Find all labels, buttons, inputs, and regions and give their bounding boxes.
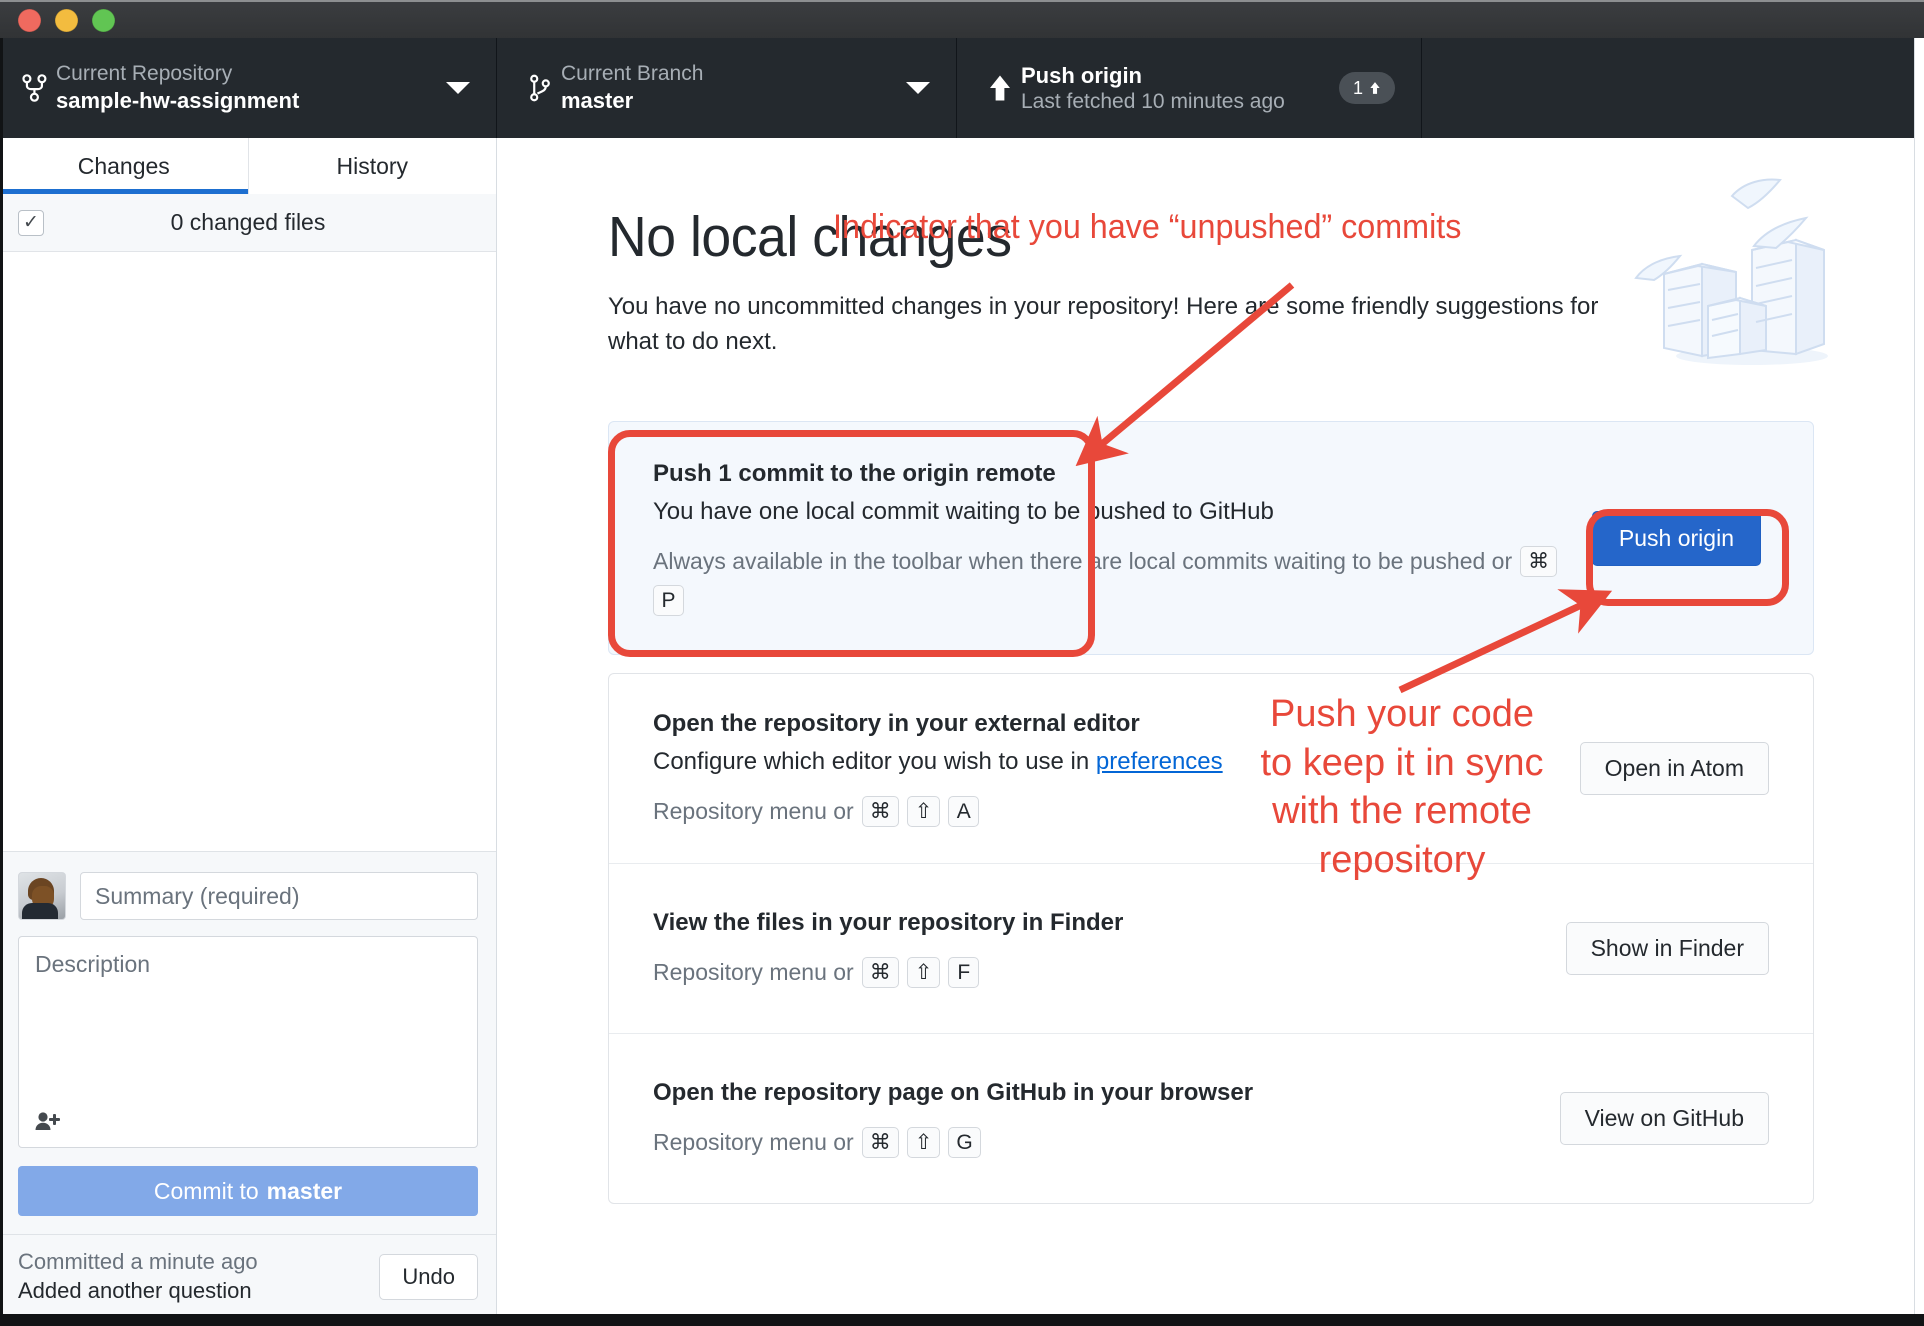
suggestion-meta: Repository menu or ⌘ ⇧ F	[653, 957, 1566, 989]
ahead-count-value: 1	[1352, 77, 1363, 98]
current-branch-label: Current Branch	[561, 61, 704, 85]
current-repository-value: sample-hw-assignment	[56, 87, 300, 113]
push-origin-fetch-status: Last fetched 10 minutes ago	[1021, 90, 1285, 114]
shift-key-icon: ⇧	[906, 957, 941, 989]
push-suggestion-description: You have one local commit waiting to be …	[653, 498, 1274, 526]
suggestion-view-on-github: Open the repository page on GitHub in yo…	[609, 1033, 1813, 1203]
undo-commit-bar: Committed a minute ago Added another que…	[0, 1234, 496, 1314]
tab-changes[interactable]: Changes	[0, 138, 248, 194]
push-suggestion-meta: Always available in the toolbar when the…	[653, 546, 1592, 617]
window-bottom-edge	[0, 1314, 1924, 1326]
f-key: F	[948, 957, 980, 989]
p-key: P	[653, 585, 684, 617]
arrow-up-icon	[979, 73, 1021, 103]
changed-files-list[interactable]	[0, 252, 496, 851]
window-right-edge	[1914, 38, 1924, 1326]
changes-sidebar: Changes History ✓ 0 changed files Descri…	[0, 138, 497, 1314]
minimize-window-button[interactable]	[55, 8, 78, 32]
suggestion-view-in-finder: View the files in your repository in Fin…	[609, 863, 1813, 1033]
close-window-button[interactable]	[18, 8, 41, 32]
a-key: A	[948, 796, 980, 828]
suggestion-title: Open the repository in your external edi…	[653, 710, 1140, 738]
preferences-link[interactable]: preferences	[1096, 748, 1223, 775]
push-origin-toolbar-button[interactable]: Push origin Last fetched 10 minutes ago …	[957, 38, 1422, 138]
commit-summary-row	[18, 872, 478, 920]
page-subtitle: You have no uncommitted changes in your …	[608, 292, 1599, 355]
suggestion-title: View the files in your repository in Fin…	[653, 909, 1124, 937]
commit-button-prefix: Commit to	[153, 1177, 259, 1204]
command-key-icon: ⌘	[861, 957, 899, 989]
commit-description-input[interactable]: Description	[18, 936, 478, 1148]
current-branch-button[interactable]: Current Branch master	[497, 38, 957, 138]
window-left-edge	[0, 38, 3, 1326]
add-person-icon[interactable]	[35, 1111, 61, 1135]
push-suggestion-body: Push 1 commit to the origin remote You h…	[653, 460, 1592, 617]
changed-files-count: 0 changed files	[170, 209, 326, 235]
undo-commit-text: Committed a minute ago Added another que…	[18, 1249, 258, 1304]
tab-history[interactable]: History	[247, 138, 496, 194]
changed-files-header: ✓ 0 changed files	[0, 194, 496, 252]
arrow-up-icon	[1370, 82, 1380, 94]
push-suggestion-title: Push 1 commit to the origin remote	[653, 460, 1056, 488]
suggestion-meta-text: Repository menu or	[653, 959, 854, 986]
repo-icon	[14, 73, 56, 103]
suggestion-description: Configure which editor you wish to use i…	[653, 748, 1580, 776]
undo-commit-message: Added another question	[18, 1278, 252, 1303]
page-title: No local changes	[608, 205, 1012, 269]
current-repository-button[interactable]: Current Repository sample-hw-assignment	[0, 38, 497, 138]
select-all-checkbox[interactable]: ✓	[18, 209, 44, 236]
chevron-down-icon	[906, 82, 930, 94]
avatar	[18, 872, 66, 920]
tab-changes-label: Changes	[77, 152, 170, 179]
suggestion-title: Open the repository page on GitHub in yo…	[653, 1079, 1254, 1107]
commit-button-branch: master	[266, 1177, 343, 1204]
undo-commit-status: Committed a minute ago	[18, 1249, 258, 1274]
commit-description-placeholder: Description	[35, 951, 151, 977]
window-titlebar	[0, 0, 1924, 38]
github-desktop-window: Current Repository sample-hw-assignment …	[0, 0, 1924, 1326]
push-origin-label: Push origin	[1021, 62, 1142, 88]
tab-history-label: History	[336, 152, 409, 179]
suggestions-list: Open the repository in your external edi…	[608, 673, 1814, 1205]
push-origin-button[interactable]: Push origin	[1591, 510, 1761, 566]
suggestion-meta: Repository menu or ⌘ ⇧ A	[653, 796, 1580, 828]
ahead-count-badge: 1	[1339, 72, 1395, 104]
branch-icon	[519, 73, 561, 103]
undo-button[interactable]: Undo	[379, 1253, 478, 1300]
zoom-window-button[interactable]	[92, 8, 115, 32]
shift-key-icon: ⇧	[906, 1127, 941, 1159]
stacked-boxes-illustration	[1624, 178, 1854, 368]
open-in-atom-button[interactable]: Open in Atom	[1579, 742, 1769, 796]
suggestion-meta: Repository menu or ⌘ ⇧ G	[653, 1127, 1560, 1159]
chevron-down-icon	[446, 82, 470, 94]
toolbar-spacer	[1422, 38, 1924, 138]
suggestion-meta-text: Repository menu or	[653, 1129, 854, 1156]
push-suggestion-card: Push 1 commit to the origin remote You h…	[608, 421, 1814, 656]
command-key-icon: ⌘	[861, 1127, 899, 1159]
main-panel: No local changes You have no uncommitted…	[498, 138, 1914, 1314]
app-toolbar: Current Repository sample-hw-assignment …	[0, 38, 1924, 138]
current-branch-value: master	[561, 87, 634, 113]
show-in-finder-button[interactable]: Show in Finder	[1565, 922, 1769, 976]
commit-to-branch-button[interactable]: Commit to master	[18, 1166, 478, 1216]
current-repository-label: Current Repository	[56, 61, 233, 85]
command-key-icon: ⌘	[861, 796, 899, 828]
shift-key-icon: ⇧	[906, 796, 941, 828]
checkmark-icon: ✓	[23, 212, 39, 233]
suggestion-description-text: Configure which editor you wish to use i…	[653, 748, 1096, 776]
commit-form: Description Commit to master	[0, 851, 496, 1234]
g-key: G	[948, 1127, 981, 1159]
commit-summary-input[interactable]	[80, 872, 478, 920]
command-key-icon: ⌘	[1520, 546, 1558, 578]
push-suggestion-meta-text: Always available in the toolbar when the…	[653, 548, 1513, 575]
suggestion-open-external-editor: Open the repository in your external edi…	[609, 674, 1813, 863]
view-on-github-button[interactable]: View on GitHub	[1559, 1092, 1769, 1146]
suggestion-meta-text: Repository menu or	[653, 798, 854, 825]
sidebar-tabs: Changes History	[0, 138, 496, 194]
